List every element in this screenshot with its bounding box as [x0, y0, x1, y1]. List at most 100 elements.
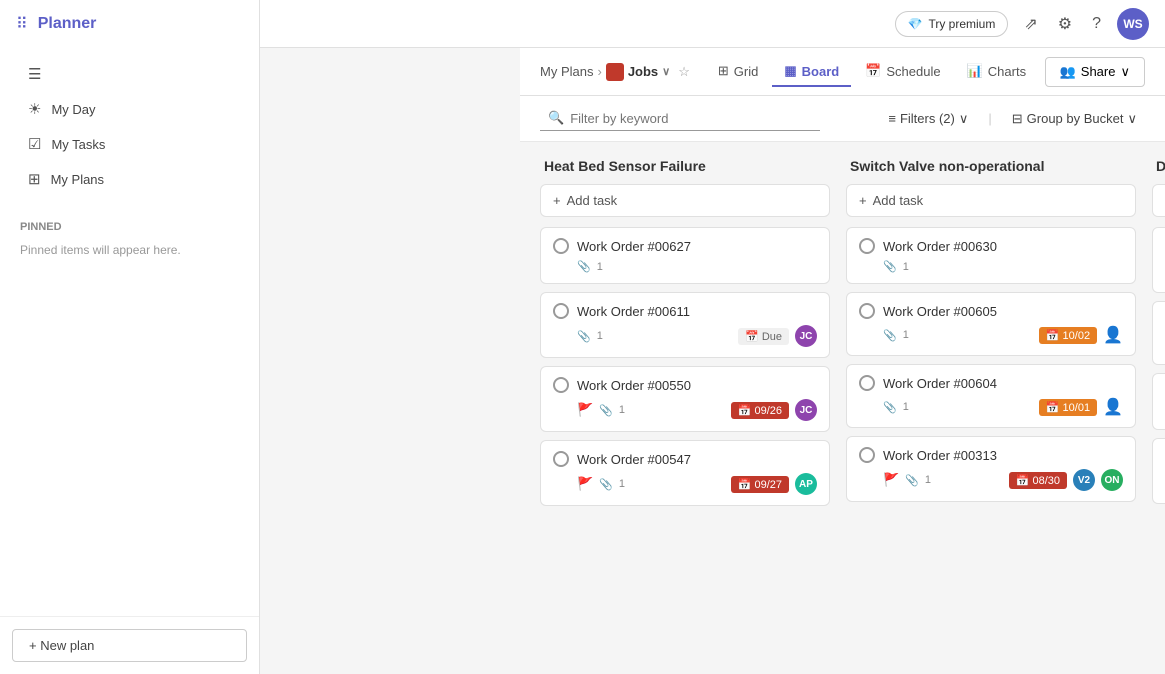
share-icon[interactable]: ⇗ — [1020, 10, 1041, 38]
premium-label: Try premium — [928, 17, 995, 31]
assignee-avatar: AP — [795, 473, 817, 495]
add-task-button-bucket3[interactable]: + Add task — [1152, 184, 1165, 217]
task-card-wo313[interactable]: Work Order #00313 🚩 📎 1 📅 08/30 V2 ON — [846, 436, 1136, 502]
bucket-title: Switch Valve non-operational — [846, 158, 1136, 174]
filter-divider: | — [988, 111, 991, 126]
attachment-count: 1 — [903, 329, 909, 341]
plan-dropdown-icon[interactable]: ∨ — [662, 65, 670, 78]
task-status-circle — [553, 303, 569, 319]
attachment-icon: 📎 — [905, 474, 919, 487]
breadcrumb-separator: › — [597, 64, 601, 79]
sidebar-footer: + New plan — [0, 616, 259, 674]
unassigned-icon: 👤 — [1103, 397, 1123, 417]
task-status-circle — [859, 303, 875, 319]
sidebar-item-my-plans-label: My Plans — [51, 172, 104, 187]
filters-button[interactable]: ≡ Filters (2) ∨ — [880, 107, 976, 131]
due-badge: 📅 09/27 — [731, 476, 789, 493]
bucket-title: Heat Bed Sensor Failure — [540, 158, 830, 174]
task-name: Work Order #00604 — [883, 376, 1123, 391]
task-card-wo704[interactable]: Work Order #00704 📎 1 📅 Due F — [1152, 227, 1165, 293]
sidebar-item-my-day[interactable]: ☀ My Day — [8, 92, 251, 126]
filters-label: Filters (2) — [900, 111, 955, 126]
tab-board-label: Board — [802, 64, 840, 79]
task-card-wo630[interactable]: Work Order #00630 📎 1 — [846, 227, 1136, 284]
search-input[interactable] — [570, 111, 790, 126]
pinned-section: Pinned Pinned items will appear here. — [0, 205, 259, 269]
breadcrumb-current: Jobs ∨ — [606, 63, 670, 81]
attachment-count: 1 — [619, 478, 625, 490]
add-icon: + — [859, 193, 867, 208]
sidebar-toggle-icon: ☰ — [28, 65, 41, 83]
filter-search-box[interactable]: 🔍 — [540, 106, 820, 131]
attachment-count: 1 — [597, 261, 603, 273]
due-badge: 📅 10/02 — [1039, 327, 1097, 344]
pin-icon[interactable]: ☆ — [678, 64, 690, 80]
task-name: Work Order #00313 — [883, 448, 1123, 463]
share-label: Share — [1081, 64, 1116, 79]
task-card-wo611[interactable]: Work Order #00611 📎 1 📅 Due JC — [540, 292, 830, 358]
tab-charts[interactable]: 📊 Charts — [955, 57, 1038, 87]
filter-icon: ≡ — [888, 111, 896, 126]
user-avatar[interactable]: WS — [1117, 8, 1149, 40]
new-plan-button[interactable]: + New plan — [12, 629, 247, 662]
task-name: Work Order #00611 — [577, 304, 817, 319]
filters-chevron-icon: ∨ — [959, 111, 969, 127]
bucket-switch-valve: Switch Valve non-operational + Add task … — [846, 158, 1136, 658]
try-premium-button[interactable]: 💎 Try premium — [895, 11, 1009, 37]
help-icon[interactable]: ? — [1088, 11, 1105, 37]
attachment-icon: 📎 — [883, 329, 897, 342]
gear-icon[interactable]: ⚙ — [1054, 10, 1076, 38]
breadcrumb: My Plans › Jobs ∨ ☆ — [540, 63, 690, 81]
due-badge: 📅 Due — [738, 328, 789, 345]
task-card-wo550[interactable]: Work Order #00550 🚩 📎 1 📅 09/26 JC — [540, 366, 830, 432]
bucket-diagnosis: Diagnosis and Repair + Add task Work Ord… — [1152, 158, 1165, 658]
add-task-button-bucket2[interactable]: + Add task — [846, 184, 1136, 217]
breadcrumb-my-plans[interactable]: My Plans — [540, 64, 593, 79]
plan-color-dot — [606, 63, 624, 81]
tab-board[interactable]: ▦ Board — [772, 57, 851, 87]
sidebar-item-toggle[interactable]: ☰ — [8, 57, 251, 91]
task-card-wo695[interactable]: Work Order #00695 📎 1 📅 Due A — [1152, 438, 1165, 504]
task-name: Work Order #00550 — [577, 378, 817, 393]
attachment-icon: 📎 — [577, 260, 591, 273]
attachment-icon: 📎 — [599, 478, 613, 491]
group-by-label: Group by Bucket — [1027, 111, 1124, 126]
task-card-wo605[interactable]: Work Order #00605 📎 1 📅 10/02 👤 — [846, 292, 1136, 356]
tab-grid[interactable]: ⊞ Grid — [706, 57, 770, 87]
sidebar-item-my-plans[interactable]: ⊞ My Plans — [8, 162, 251, 196]
tab-schedule[interactable]: 📅 Schedule — [853, 57, 952, 87]
task-card-wo696[interactable]: Work Order #00696 📎 1 — [1152, 373, 1165, 430]
grid-tab-icon: ⊞ — [718, 63, 729, 79]
task-status-circle — [553, 451, 569, 467]
task-name: Work Order #00605 — [883, 304, 1123, 319]
group-by-button[interactable]: ⊟ Group by Bucket ∨ — [1004, 107, 1145, 131]
attachment-icon: 📎 — [577, 330, 591, 343]
task-card-wo604[interactable]: Work Order #00604 📎 1 📅 10/01 👤 — [846, 364, 1136, 428]
attachment-icon: 📎 — [883, 260, 897, 273]
task-card-wo547[interactable]: Work Order #00547 🚩 📎 1 📅 09/27 AP — [540, 440, 830, 506]
board-tab-icon: ▦ — [784, 63, 796, 79]
grid-icon[interactable]: ⠿ — [16, 14, 28, 34]
sidebar-nav: ☰ ☀ My Day ☑ My Tasks ⊞ My Plans — [0, 48, 259, 205]
task-status-circle — [859, 375, 875, 391]
task-card-wo627[interactable]: Work Order #00627 📎 1 — [540, 227, 830, 284]
attachment-count: 1 — [903, 261, 909, 273]
priority-flag-icon: 🚩 — [577, 402, 593, 418]
due-badge: 📅 10/01 — [1039, 399, 1097, 416]
sidebar-item-my-tasks-label: My Tasks — [51, 137, 105, 152]
attachment-count: 1 — [619, 404, 625, 416]
task-name: Work Order #00630 — [883, 239, 1123, 254]
add-task-button-bucket1[interactable]: + Add task — [540, 184, 830, 217]
tasks-icon: ☑ — [28, 135, 41, 153]
sidebar-item-my-tasks[interactable]: ☑ My Tasks — [8, 127, 251, 161]
task-name: Work Order #00547 — [577, 452, 817, 467]
add-task-label: Add task — [873, 193, 924, 208]
task-card-wo697[interactable]: Work Order #00697 🚩 📎 1 📅 10/16 👤 — [1152, 301, 1165, 365]
share-button[interactable]: 👥 Share ∨ — [1045, 57, 1145, 87]
assignee-avatar-v2: V2 — [1073, 469, 1095, 491]
add-icon: + — [553, 193, 561, 208]
plan-title: Jobs — [628, 64, 658, 79]
priority-flag-icon: 🚩 — [577, 476, 593, 492]
task-status-circle — [553, 377, 569, 393]
attachment-count: 1 — [597, 330, 603, 342]
